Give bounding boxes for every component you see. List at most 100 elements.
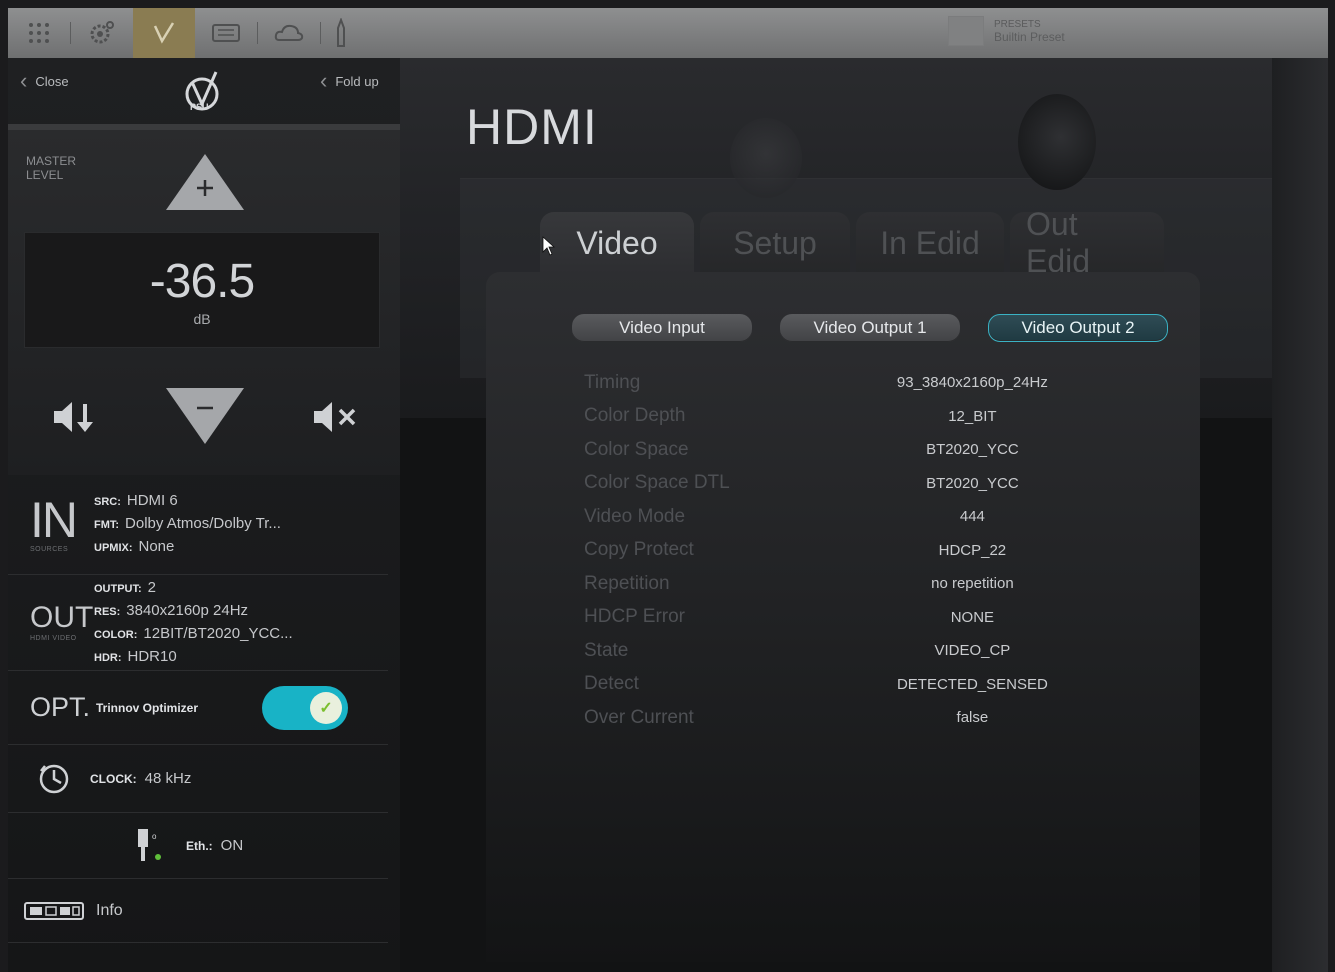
input-status[interactable]: IN SOURCES SRC: HDMI 6 FMT: Dolby Atmos/Do… xyxy=(8,475,388,575)
output-status[interactable]: OUT HDMI VIDEO OUTPUT: 2 RES: 3840x2160p 2… xyxy=(8,575,388,671)
cloud-icon[interactable] xyxy=(258,8,320,58)
eth-key: Eth.: xyxy=(186,839,213,853)
input-big-label: IN xyxy=(30,492,78,548)
clock-icon xyxy=(39,764,69,793)
output-sub-label: HDMI VIDEO xyxy=(30,635,77,642)
display-icon[interactable] xyxy=(195,8,257,58)
device-side-edge xyxy=(1272,58,1328,972)
master-label-line1: MASTER xyxy=(26,154,77,168)
clock-info: CLOCK: 48 kHz xyxy=(90,770,191,787)
row-key: Video Mode xyxy=(584,505,686,527)
upmix-key: UPMIX: xyxy=(94,542,133,554)
eth-info: Eth.: ON xyxy=(186,837,243,854)
color-line: COLOR: 12BIT/BT2020_YCC... xyxy=(94,623,293,646)
table-row: Color Space DTL BT2020_YCC xyxy=(584,467,1144,501)
mic-icon[interactable] xyxy=(321,8,361,58)
clock-value: 48 kHz xyxy=(144,770,192,787)
output-value: 2 xyxy=(147,578,157,596)
fmt-line: FMT: Dolby Atmos/Dolby Tr... xyxy=(94,513,281,536)
optimizer-toggle[interactable]: ✓ xyxy=(262,685,349,730)
volume-step-down-icon[interactable] xyxy=(52,400,98,434)
grid-icon[interactable] xyxy=(8,8,70,58)
table-row: Video Mode 444 xyxy=(584,500,1144,534)
row-key: Color Space DTL xyxy=(584,472,730,494)
src-line: SRC: HDMI 6 xyxy=(94,490,281,513)
preset-selector[interactable]: PRESETS Builtin Preset xyxy=(948,16,1065,46)
chevron-left-icon: ‹ xyxy=(20,68,28,93)
row-key: Detect xyxy=(584,673,639,695)
device-info-icon xyxy=(24,901,84,920)
page-title: HDMI xyxy=(466,99,598,155)
close-button[interactable]: ‹ Close xyxy=(20,68,69,94)
volume-up-button[interactable] xyxy=(166,154,244,210)
subtab-video-input[interactable]: Video Input xyxy=(572,314,752,342)
fold-up-button[interactable]: ‹ Fold up xyxy=(320,68,379,94)
subtab-video-output-2[interactable]: Video Output 2 xyxy=(988,314,1168,342)
input-badge: IN SOURCES xyxy=(30,492,94,553)
row-key: Color Space xyxy=(584,438,689,460)
optimizer-label: Trinnov Optimizer xyxy=(96,700,199,715)
fmt-value: Dolby Atmos/Dolby Tr... xyxy=(125,515,281,532)
logo-icon: PSU xyxy=(180,70,224,114)
optimizer-row: OPT. Trinnov Optimizer ✓ xyxy=(8,671,388,745)
clock-key: CLOCK: xyxy=(90,772,137,786)
preset-icon xyxy=(948,16,984,46)
main-tabs: Video Setup In Edid Out Edid xyxy=(540,206,1164,279)
output-badge: OUT HDMI VIDEO xyxy=(30,601,94,643)
output-big-label: OUT xyxy=(30,601,94,634)
ethernet-icon: o xyxy=(138,828,161,861)
row-value: BT2020_YCC xyxy=(926,474,1019,492)
output-details: OUTPUT: 2 RES: 3840x2160p 24Hz COLOR: 12BIT… xyxy=(94,577,293,669)
tab-in-edid[interactable]: In Edid xyxy=(856,212,1004,274)
eth-value: ON xyxy=(220,837,244,854)
table-row: Copy Protect HDCP_22 xyxy=(584,534,1144,568)
master-level-section: MASTER LEVEL -36.5 dB xyxy=(8,130,400,475)
tab-out-edid[interactable]: Out Edid xyxy=(1010,206,1164,279)
src-key: SRC: xyxy=(94,496,121,508)
row-value: false xyxy=(956,709,989,727)
preset-text: PRESETS Builtin Preset xyxy=(994,19,1065,43)
close-label: Close xyxy=(35,73,69,89)
subtab-video-output-1[interactable]: Video Output 1 xyxy=(780,314,960,342)
row-value: NONE xyxy=(950,608,995,626)
video-subtabs: Video Input Video Output 1 Video Output … xyxy=(572,314,1168,342)
preset-name: Builtin Preset xyxy=(994,30,1065,44)
master-level-value: -36.5 xyxy=(149,254,255,308)
res-key: RES: xyxy=(94,605,121,618)
output-line: OUTPUT: 2 xyxy=(94,577,293,600)
table-row: State VIDEO_CP xyxy=(584,634,1144,668)
color-value: 12BIT/BT2020_YCC... xyxy=(143,624,293,642)
clock-row[interactable]: CLOCK: 48 kHz xyxy=(8,745,388,813)
res-line: RES: 3840x2160p 24Hz xyxy=(94,600,293,623)
video-panel: Video Input Video Output 1 Video Output … xyxy=(486,272,1200,962)
ethernet-row[interactable]: o Eth.: ON xyxy=(8,813,388,879)
input-sub-label: SOURCES xyxy=(30,546,69,553)
table-row: Color Space BT2020_YCC xyxy=(584,433,1144,467)
top-toolbar: PRESETS Builtin Preset xyxy=(8,8,1328,58)
level-display: -36.5 dB xyxy=(24,232,380,348)
info-row[interactable]: Info xyxy=(8,879,388,943)
hdr-key: HDR: xyxy=(94,651,122,664)
info-label: Info xyxy=(96,901,123,919)
mouse-cursor-icon xyxy=(542,236,556,256)
row-value: 444 xyxy=(959,508,985,526)
row-key: Repetition xyxy=(584,572,670,594)
row-key: State xyxy=(584,639,629,661)
master-level-label: MASTER LEVEL xyxy=(26,154,76,182)
mute-icon[interactable] xyxy=(312,400,362,434)
input-details: SRC: HDMI 6 FMT: Dolby Atmos/Dolby Tr... U… xyxy=(94,490,281,559)
table-row: Repetition no repetition xyxy=(584,567,1144,601)
table-row: Color Depth 12_BIT xyxy=(584,400,1144,434)
settings-icon[interactable] xyxy=(71,8,133,58)
check-icon[interactable] xyxy=(133,8,195,58)
tab-video[interactable]: Video xyxy=(540,212,694,274)
row-value: VIDEO_CP xyxy=(934,642,1011,660)
tab-setup[interactable]: Setup xyxy=(700,212,850,274)
row-value: HDCP_22 xyxy=(938,541,1007,559)
volume-down-button[interactable] xyxy=(166,388,244,444)
master-label-line2: LEVEL xyxy=(26,168,64,182)
master-level-unit: dB xyxy=(193,310,211,327)
main-content: HDMI Video Setup In Edid Out Edid Video … xyxy=(400,58,1328,972)
row-value: DETECTED_SENSED xyxy=(896,675,1048,693)
svg-text:PSU: PSU xyxy=(190,102,209,112)
